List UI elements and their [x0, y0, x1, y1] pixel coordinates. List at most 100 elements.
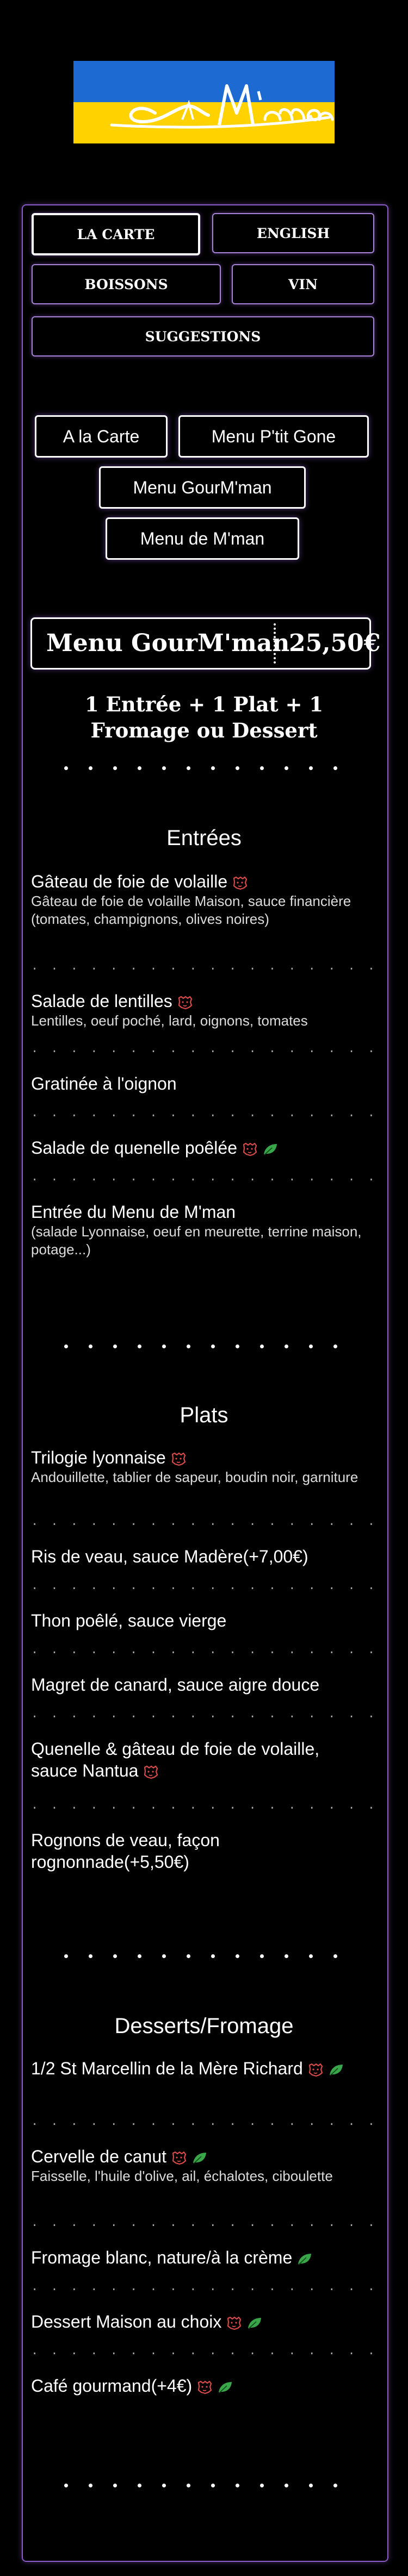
- leaf-icon: [264, 1143, 277, 1155]
- divider-dot: [64, 2484, 68, 2487]
- divider-dot: [236, 2484, 239, 2487]
- divider-dot: [138, 1954, 141, 1958]
- divider-dot: [89, 766, 92, 770]
- menu-price-header: Menu GourM'man 25,50€: [30, 617, 380, 670]
- menu-item-name: Café gourmand(+4€): [31, 2375, 368, 2397]
- divider-dot: [187, 2484, 190, 2487]
- divider-dot: [333, 766, 337, 770]
- leaf-icon: [298, 2253, 312, 2265]
- divider-dot: [211, 2484, 215, 2487]
- lion-icon: [172, 2151, 187, 2165]
- menu-item: Fromage blanc, nature/à la crème: [31, 2247, 368, 2268]
- menu-item: Café gourmand(+4€): [31, 2375, 368, 2397]
- lion-icon: [144, 1765, 158, 1779]
- menu-item-description: Lentilles, oeuf poché, lard, oignons, to…: [31, 1012, 308, 1029]
- divider-dot: [211, 766, 215, 770]
- menu-item-name: Rognons de veau, façon rognonnade(+5,50€…: [31, 1829, 368, 1873]
- divider-dot: [236, 1345, 239, 1348]
- menu-item-label: Gâteau de foie de volaille: [31, 872, 228, 891]
- divider-dot: [333, 1345, 337, 1348]
- menu-price: 25,50€: [289, 629, 381, 657]
- menu-item-label: Entrée du Menu de M'man: [31, 1202, 236, 1222]
- leaf-icon: [329, 2064, 343, 2076]
- divider-dot: [113, 1954, 117, 1958]
- menu-item-name: Quenelle & gâteau de foie de volaille, s…: [31, 1738, 368, 1781]
- divider-dot: [211, 1954, 215, 1958]
- menu-item-label: Cervelle de canut: [31, 2147, 167, 2166]
- menu-item: Salade de lentilles Lentilles, oeuf poché…: [31, 990, 368, 1030]
- item-separator: . . . . . . . . . . . . . . . . . .: [31, 1106, 378, 1120]
- divider-dot: [260, 1954, 264, 1958]
- lion-icon: [233, 876, 248, 890]
- divider-dot: [236, 766, 239, 770]
- divider-dot: [113, 2484, 117, 2487]
- menu-item: Quenelle & gâteau de foie de volaille, s…: [31, 1738, 368, 1781]
- item-separator: . . . . . . . . . . . . . . . . . .: [31, 1799, 378, 1812]
- menu-item-name: Magret de canard, sauce aigre douce: [31, 1674, 368, 1696]
- tab-boissons[interactable]: BOISSONS: [32, 264, 221, 304]
- divider-dot: [89, 1345, 92, 1348]
- menu-name: Menu GourM'man: [46, 629, 290, 657]
- menu-gourmman-button[interactable]: Menu GourM'man: [99, 466, 306, 509]
- menu-item-label: 1/2 St Marcellin de la Mère Richard: [31, 2059, 303, 2078]
- tab-english[interactable]: ENGLISH: [212, 213, 374, 253]
- logo-image: [73, 61, 335, 143]
- divider-dot: [162, 1345, 166, 1348]
- item-separator: . . . . . . . . . . . . . . . . . .: [31, 1042, 378, 1056]
- divider-dot: [309, 766, 313, 770]
- divider-dot: [260, 1345, 264, 1348]
- item-separator: . . . . . . . . . . . . . . . . . .: [31, 1171, 378, 1184]
- dot-divider: [64, 1954, 347, 1960]
- menu-item: Dessert Maison au choix: [31, 2311, 368, 2333]
- menu-item-label: Salade de quenelle poêlée: [31, 1138, 237, 1158]
- menu-item-name: Trilogie lyonnaise: [31, 1447, 368, 1468]
- divider-dot: [285, 766, 288, 770]
- item-separator: . . . . . . . . . . . . . . . . . .: [31, 960, 378, 973]
- divider-dot: [64, 1345, 68, 1348]
- leaf-icon: [193, 2152, 207, 2164]
- menu-item: Trilogie lyonnaise Andouillette, tablier …: [31, 1447, 368, 1486]
- item-separator: . . . . . . . . . . . . . . . . . .: [31, 1708, 378, 1721]
- divider-dot: [162, 1954, 166, 1958]
- lion-icon: [171, 1452, 186, 1466]
- menu-item: 1/2 St Marcellin de la Mère Richard: [31, 2058, 368, 2079]
- menu-item: Entrée du Menu de M'man (salade Lyonnaise…: [31, 1201, 368, 1259]
- menu-item: Thon poêlé, sauce vierge: [31, 1610, 368, 1631]
- divider-dot: [211, 1345, 215, 1348]
- divider-dot: [113, 1345, 117, 1348]
- menu-de-mman-button[interactable]: Menu de M'man: [106, 517, 299, 560]
- menu-item-name: Gâteau de foie de volaille: [31, 871, 368, 892]
- logo[interactable]: [73, 61, 335, 143]
- menu-item: Salade de quenelle poêlée: [31, 1137, 368, 1159]
- menu-item-name: 1/2 St Marcellin de la Mère Richard: [31, 2058, 368, 2079]
- item-separator: . . . . . . . . . . . . . . . . . .: [31, 1643, 378, 1657]
- menu-item-label: Gratinée à l'oignon: [31, 1074, 177, 1093]
- lion-icon: [243, 1142, 257, 1156]
- divider-dot: [187, 1954, 190, 1958]
- menu-item-description: Gâteau de foie de volaille Maison, sauce…: [31, 893, 351, 927]
- divider-dot: [113, 766, 117, 770]
- item-separator: . . . . . . . . . . . . . . . . . .: [31, 1579, 378, 1593]
- lion-icon: [227, 2316, 242, 2330]
- menu-a-la-carte-button[interactable]: A la Carte: [35, 415, 168, 458]
- menu-item-name: Gratinée à l'oignon: [31, 1073, 368, 1095]
- tab-suggestions[interactable]: SUGGESTIONS: [32, 316, 374, 357]
- menu-item-name: Entrée du Menu de M'man: [31, 1201, 368, 1223]
- divider-dot: [89, 1954, 92, 1958]
- item-separator: . . . . . . . . . . . . . . . . . .: [31, 2115, 378, 2129]
- tab-vin[interactable]: VIN: [232, 264, 374, 304]
- menu-formula: 1 Entrée + 1 Plat + 1 Fromage ou Dessert: [84, 692, 324, 742]
- menu-item-description: Andouillette, tablier de sapeur, boudin …: [31, 1469, 358, 1485]
- menu-item-description: (salade Lyonnaise, oeuf en meurette, ter…: [31, 1223, 362, 1258]
- menu-ptit-gone-button[interactable]: Menu P'tit Gone: [178, 415, 369, 458]
- menu-item: Rognons de veau, façon rognonnade(+5,50€…: [31, 1829, 368, 1873]
- item-separator: . . . . . . . . . . . . . . . . . .: [31, 2344, 378, 2358]
- menu-item-label: Quenelle & gâteau de foie de volaille, s…: [31, 1739, 320, 1780]
- tab-la-carte[interactable]: LA CARTE: [32, 213, 200, 255]
- menu-item-label: Salade de lentilles: [31, 991, 172, 1011]
- divider-dot: [162, 766, 166, 770]
- divider-dot: [64, 1954, 68, 1958]
- menu-item-name: Cervelle de canut: [31, 2146, 368, 2167]
- divider-dot: [64, 766, 68, 770]
- section-title-entrees: Entrées: [166, 826, 242, 850]
